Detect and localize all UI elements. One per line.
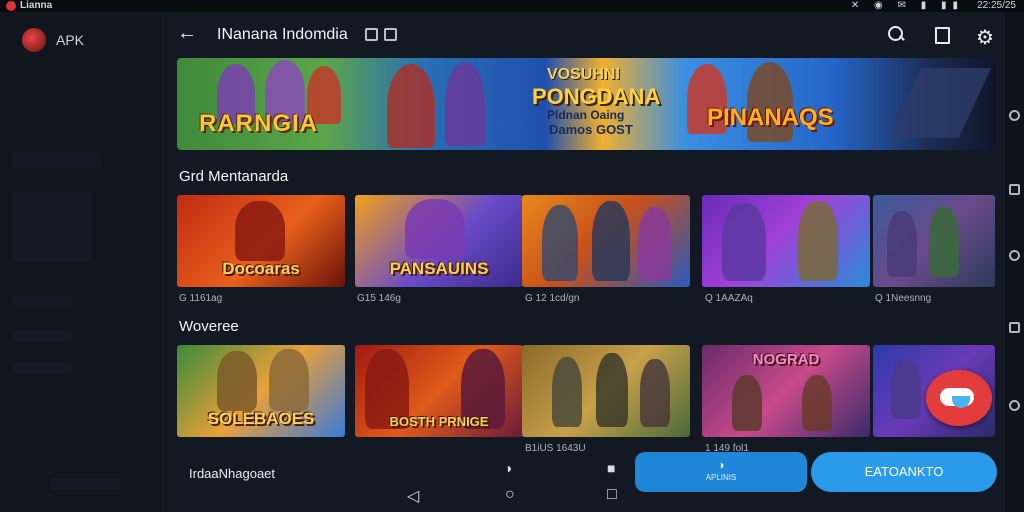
game-card[interactable]: [522, 345, 690, 437]
card-character-art: [732, 375, 762, 431]
featured-banner[interactable]: RARNGIA VOSUHNI PONGDANA Pldnan Oaing Da…: [177, 58, 995, 150]
right-rail: [1005, 12, 1024, 512]
game-card[interactable]: SOLEBAOES: [177, 345, 345, 437]
primary-action-button[interactable]: EATOANKTO: [811, 452, 997, 492]
bottom-label: IrdaaNhagoaet: [189, 466, 276, 481]
status-app-name: Lianna: [20, 0, 53, 11]
game-card[interactable]: PANSAUINS: [355, 195, 523, 287]
left-panel: APK: [0, 12, 164, 512]
nav-back-icon[interactable]: ◁: [407, 486, 419, 506]
app-logo-icon[interactable]: [22, 28, 46, 52]
rail-circle-icon[interactable]: [1009, 110, 1020, 121]
status-clock: 22:25/25: [977, 0, 1016, 11]
rail-box-icon[interactable]: [1009, 322, 1020, 333]
game-card[interactable]: [702, 195, 870, 287]
verified-icon: [365, 28, 378, 41]
card-art-title: PANSAUINS: [389, 259, 489, 278]
card-meta: Q 1AAZAq: [705, 293, 753, 304]
rail-circle-icon[interactable]: [1009, 250, 1020, 261]
card-character-art: [217, 351, 257, 411]
dimmed-row: [12, 330, 72, 342]
card-character-art: [552, 357, 582, 427]
main-panel: ← INanana Indomdia ⚙ RARNGIA VOSUHNI PON…: [165, 12, 1005, 512]
card-character-art: [542, 205, 578, 281]
floating-chat-button[interactable]: [926, 370, 992, 426]
banner-center-line3: Pldnan Oaing: [547, 108, 625, 122]
stop-icon[interactable]: ■: [607, 460, 615, 476]
game-card[interactable]: BOSTH PRNIGE: [355, 345, 523, 437]
card-meta: Q 1Neesnng: [875, 293, 932, 304]
status-icons: ✕ ◉ ✉ ▮ ▮▮: [850, 0, 964, 11]
card-character-art: [798, 201, 838, 281]
dimmed-row: [12, 296, 72, 308]
dimmed-row: [12, 152, 102, 168]
top-actions: ⚙: [866, 24, 995, 49]
info-icon: [384, 28, 397, 41]
section-title: Woveree: [179, 318, 239, 335]
card-character-art: [929, 207, 959, 277]
rail-clock-icon[interactable]: [1009, 184, 1020, 195]
window-icon[interactable]: [931, 24, 951, 44]
back-arrow-icon[interactable]: ←: [177, 22, 197, 45]
status-bar: Lianna ✕ ◉ ✉ ▮ ▮▮ 22:25/25: [0, 0, 1024, 12]
card-art-title: NOGRAD: [752, 351, 820, 368]
card-character-art: [640, 359, 670, 427]
card-art-title: BOSTH PRNIGE: [389, 414, 489, 429]
gear-icon[interactable]: ⚙: [975, 28, 995, 48]
card-character-art: [722, 203, 766, 281]
page-title: INanana Indomdia: [217, 26, 348, 43]
banner-center-line2: PONGDANA: [532, 84, 661, 109]
search-icon[interactable]: [886, 24, 906, 44]
card-character-art: [235, 201, 285, 261]
card-character-art: [405, 199, 465, 259]
top-bar: ← INanana Indomdia ⚙: [165, 12, 1005, 56]
app-icon: [6, 1, 16, 11]
section-title: Grd Mentanarda: [179, 168, 289, 185]
banner-hero-art: [387, 64, 435, 148]
card-character-art: [592, 201, 630, 281]
rail-circle-icon[interactable]: [1009, 400, 1020, 411]
card-meta: G15 146g: [357, 293, 401, 304]
drop-icon: [952, 396, 970, 408]
game-card[interactable]: NOGRAD: [702, 345, 870, 437]
banner-crystal-art: [888, 68, 992, 138]
card-meta: G 1161ag: [179, 293, 223, 304]
eye-icon: ◑: [717, 458, 725, 472]
banner-right-title: PINANAQS: [707, 104, 834, 131]
app-label[interactable]: APK: [56, 32, 84, 48]
card-character-art: [269, 349, 309, 411]
banner-hero-art: [445, 62, 485, 146]
nav-home-icon[interactable]: ○: [505, 486, 515, 504]
secondary-action-button[interactable]: ◑ APLINIS: [635, 452, 807, 492]
split-view-icon[interactable]: ◗: [505, 460, 513, 476]
game-card[interactable]: Docoaras: [177, 195, 345, 287]
card-art-title: SOLEBAOES: [207, 409, 315, 428]
card-character-art: [596, 353, 628, 427]
nav-recents-icon[interactable]: □: [607, 486, 617, 504]
title-badges: [365, 28, 403, 46]
dimmed-row: [12, 362, 72, 374]
banner-left-title: RARNGIA: [199, 110, 318, 137]
card-art-title: Docoaras: [222, 259, 300, 278]
banner-center-line1: VOSUHNI: [547, 66, 620, 83]
card-character-art: [638, 207, 672, 281]
dimmed-row: [50, 478, 120, 490]
card-character-art: [891, 359, 921, 419]
secondary-action-label: APLINIS: [705, 473, 737, 482]
bottom-bar: IrdaaNhagoaet ◗ ■ ◁ ○ □ ◑ APLINIS EATOAN…: [165, 452, 1005, 512]
game-card[interactable]: [873, 195, 995, 287]
card-character-art: [887, 211, 917, 277]
card-character-art: [802, 375, 832, 431]
dimmed-thumbnail: [12, 192, 92, 262]
banner-center-line4: Damos GOST: [549, 122, 633, 137]
card-meta: G 12 1cd/gn: [525, 293, 580, 304]
game-card[interactable]: [522, 195, 690, 287]
